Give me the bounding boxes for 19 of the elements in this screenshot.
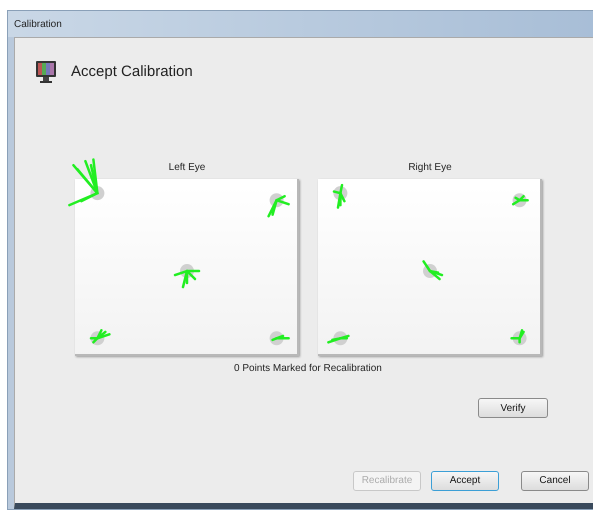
gaze-sample-drawing — [327, 331, 350, 346]
gaze-sample-drawing — [270, 331, 290, 346]
dialog-button[interactable]: Verify — [478, 398, 548, 418]
gaze-sample-drawing — [68, 158, 104, 206]
gaze-sample-drawing — [174, 264, 200, 288]
window-title: Calibration — [14, 18, 62, 32]
gaze-sample-drawing — [512, 193, 529, 208]
dialog-button[interactable]: Cancel — [521, 470, 589, 490]
monitor-icon — [35, 60, 57, 84]
plot-title: Left Eye — [168, 161, 206, 175]
gaze-sample-drawing — [510, 329, 527, 346]
gaze-sample-drawing — [332, 184, 348, 209]
gaze-sample-drawing — [90, 329, 111, 346]
gaze-sample-drawing — [267, 193, 290, 218]
plot-title: Right Eye — [408, 161, 452, 175]
dialog-button[interactable]: Accept — [431, 470, 499, 490]
gaze-sample-drawing — [422, 260, 444, 280]
recalibration-status: 0 Points Marked for Recalibration — [234, 362, 383, 376]
page-heading: Accept Calibration — [71, 62, 193, 82]
